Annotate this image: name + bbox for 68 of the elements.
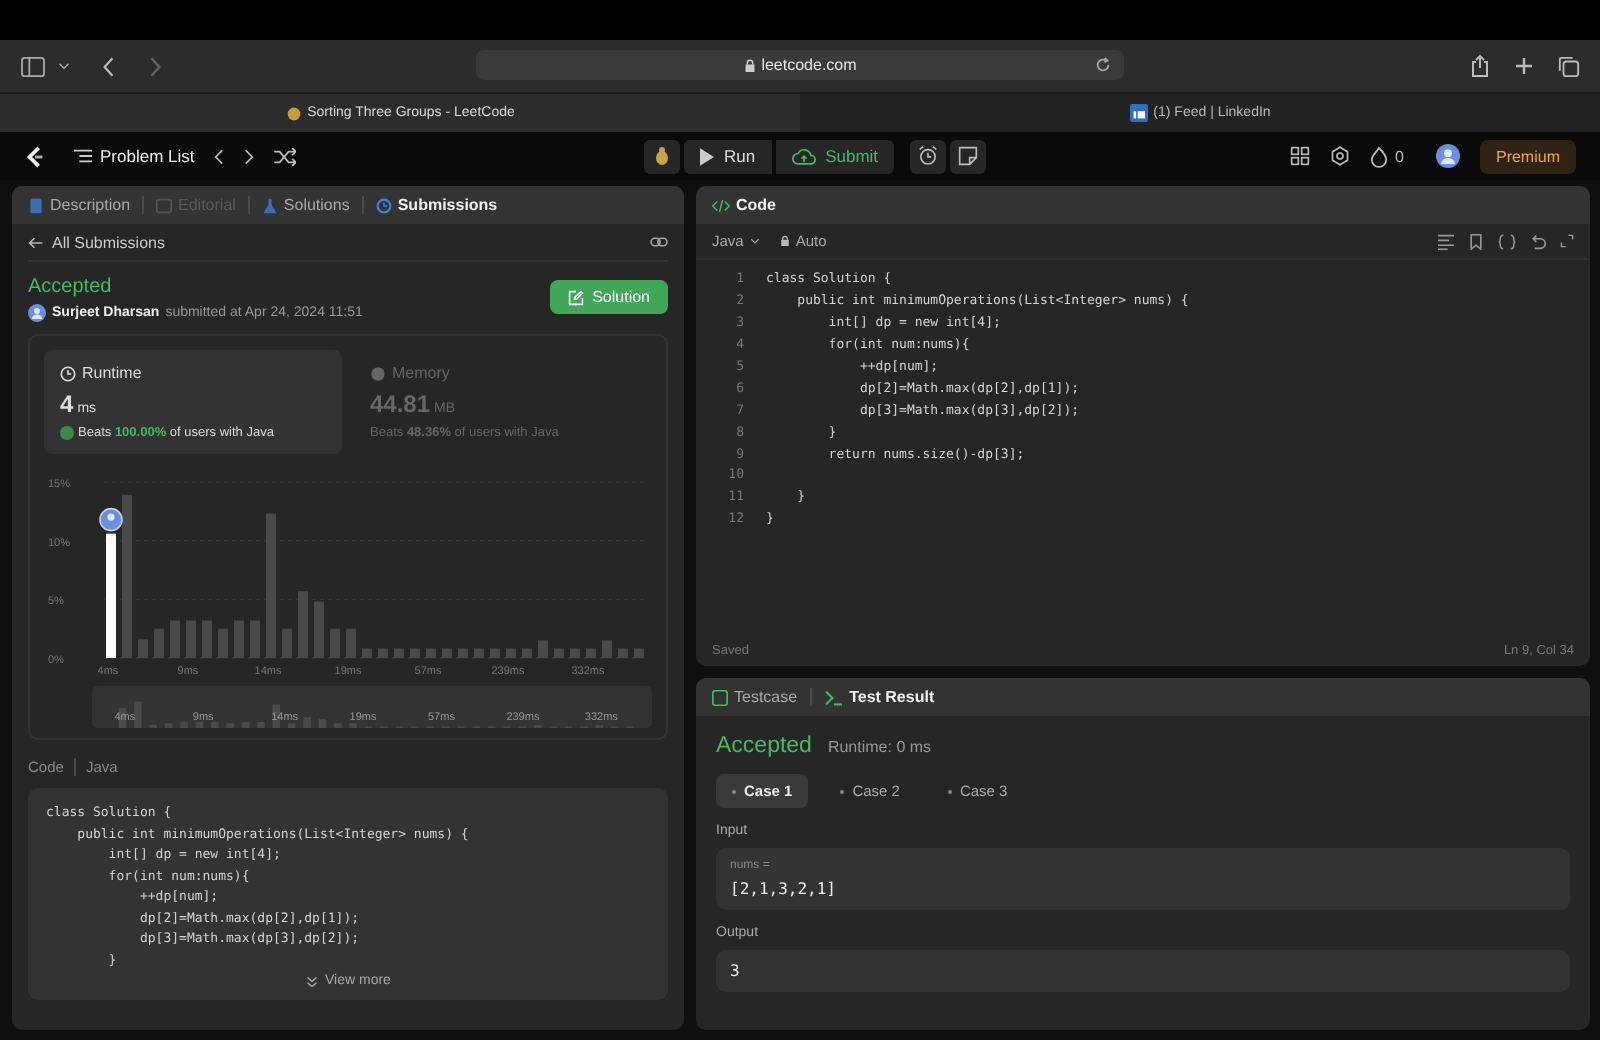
panel-tab[interactable]: Description bbox=[28, 196, 131, 214]
alarm-clock-icon bbox=[918, 146, 939, 166]
favicon-icon bbox=[1129, 104, 1148, 122]
checkbox-icon bbox=[712, 689, 728, 705]
lock-icon bbox=[743, 57, 756, 73]
debug-button[interactable] bbox=[644, 139, 680, 173]
arrow-left-icon bbox=[28, 235, 44, 249]
runtime-text: Runtime: 0 ms bbox=[827, 738, 932, 756]
panel-title: Code bbox=[712, 196, 776, 214]
avatar-icon bbox=[99, 507, 123, 532]
alarm-button[interactable] bbox=[910, 139, 947, 173]
bookmark-icon[interactable] bbox=[1468, 233, 1484, 249]
all-submissions-link[interactable]: All Submissions bbox=[28, 233, 165, 251]
shuffle-icon[interactable] bbox=[274, 147, 297, 165]
logo-icon[interactable] bbox=[24, 143, 46, 169]
layout-icon[interactable] bbox=[1289, 146, 1310, 166]
edit-icon bbox=[568, 289, 585, 305]
note-button[interactable] bbox=[950, 139, 987, 173]
cloud-upload-icon bbox=[791, 147, 816, 165]
clock-icon bbox=[375, 197, 392, 213]
list-icon bbox=[74, 148, 92, 164]
submit-button[interactable]: Submit bbox=[775, 139, 895, 173]
chevron-down-icon bbox=[749, 236, 760, 246]
play-icon bbox=[700, 147, 714, 165]
input-value: [2,1,3,2,1] bbox=[730, 880, 838, 898]
braces-icon[interactable] bbox=[1498, 233, 1516, 249]
panel-tab[interactable]: Solutions bbox=[261, 196, 350, 214]
result-status: Accepted bbox=[716, 734, 812, 758]
panel-tab[interactable]: Testcase bbox=[712, 688, 798, 706]
status-text: Accepted bbox=[28, 276, 114, 298]
previous-icon[interactable] bbox=[214, 147, 225, 165]
undo-icon[interactable] bbox=[1530, 233, 1546, 249]
plus-icon[interactable] bbox=[1514, 56, 1534, 76]
link-icon[interactable] bbox=[650, 234, 668, 250]
doc-icon bbox=[28, 197, 44, 213]
share-icon[interactable] bbox=[1470, 54, 1490, 78]
sidebar-icon[interactable] bbox=[20, 55, 46, 77]
chevron-down-icon[interactable] bbox=[58, 60, 70, 72]
next-icon[interactable] bbox=[244, 147, 255, 165]
address-bar[interactable]: leetcode.com bbox=[476, 50, 1124, 80]
settings-icon[interactable] bbox=[1329, 146, 1350, 166]
avatar-icon[interactable] bbox=[1435, 144, 1460, 168]
note-icon bbox=[958, 146, 979, 166]
card-title: Memory bbox=[392, 364, 450, 382]
back-icon[interactable] bbox=[102, 55, 116, 77]
output-value: 3 bbox=[730, 962, 742, 980]
stat-value: 44.81 bbox=[370, 390, 431, 418]
terminal-icon bbox=[823, 689, 844, 705]
panel-tab[interactable]: Submissions bbox=[375, 196, 498, 214]
favicon-icon bbox=[285, 105, 302, 121]
double-chevron-icon bbox=[305, 975, 318, 987]
avatar-icon bbox=[28, 304, 46, 322]
forward-icon[interactable] bbox=[148, 55, 162, 77]
flask-icon bbox=[261, 197, 278, 213]
code-icon bbox=[712, 197, 730, 213]
stat-value: 4 bbox=[60, 390, 74, 418]
premium-button[interactable]: Premium bbox=[1479, 139, 1576, 173]
problem-list-button[interactable]: Problem List bbox=[74, 146, 195, 166]
card-title: Runtime bbox=[82, 364, 142, 382]
reload-icon[interactable] bbox=[1094, 56, 1112, 74]
clock-icon bbox=[60, 365, 76, 381]
format-icon[interactable] bbox=[1438, 233, 1454, 249]
lock-icon bbox=[779, 234, 790, 248]
run-button[interactable]: Run bbox=[684, 139, 772, 173]
expand-icon[interactable] bbox=[1560, 234, 1574, 248]
tabs-icon[interactable] bbox=[1558, 55, 1580, 77]
panel-tab[interactable]: Test Result bbox=[823, 688, 935, 706]
streak-count: 0 bbox=[1395, 147, 1404, 165]
